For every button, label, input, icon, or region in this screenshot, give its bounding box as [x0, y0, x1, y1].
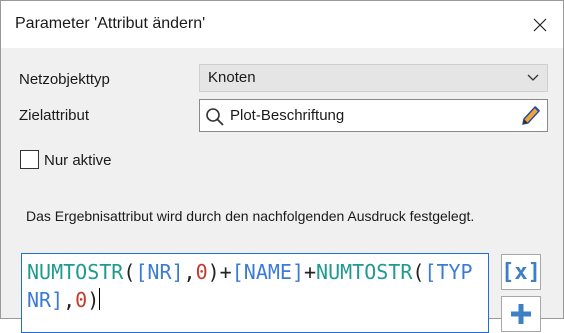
- insert-attribute-button[interactable]: [x]: [501, 254, 541, 290]
- expression-editor[interactable]: NUMTOSTR([NR],0)+[NAME]+NUMTOSTR([TYPNR]…: [21, 253, 489, 333]
- expression-token: [NR]: [135, 260, 184, 284]
- dialog-title: Parameter 'Attribut ändern': [15, 15, 206, 32]
- add-button[interactable]: [501, 296, 541, 332]
- chevron-down-icon: [527, 74, 539, 81]
- title-bar: Parameter 'Attribut ändern': [1, 1, 563, 48]
- expression-token: ,: [63, 288, 76, 312]
- expression-token: 0: [75, 288, 88, 312]
- expression-token: NUMTOSTR: [316, 260, 413, 284]
- expression-token: (: [123, 260, 136, 284]
- expression-token: (: [412, 260, 425, 284]
- nur-aktive-label: Nur aktive: [44, 152, 112, 169]
- expression-token: +: [303, 260, 317, 284]
- expression-description: Das Ergebnisattribut wird durch den nach…: [26, 208, 475, 224]
- close-button[interactable]: [517, 1, 563, 48]
- expression-token: ): [87, 288, 100, 312]
- expression-token: )+: [207, 260, 232, 284]
- search-icon: [206, 108, 224, 126]
- expression-token: NUMTOSTR: [27, 260, 124, 284]
- expression-token: ,: [183, 260, 196, 284]
- netzobjekttyp-label: Netzobjekttyp: [19, 71, 110, 88]
- pencil-icon[interactable]: [519, 104, 541, 128]
- text-caret: [99, 288, 101, 310]
- close-icon: [533, 18, 547, 31]
- nur-aktive-checkbox[interactable]: [20, 150, 39, 169]
- expression-token: 0: [195, 260, 208, 284]
- netzobjekttyp-value: Knoten: [208, 69, 256, 86]
- insert-attribute-icon: [x]: [501, 259, 541, 285]
- zielattribut-label: Zielattribut: [19, 107, 90, 124]
- netzobjekttyp-select[interactable]: Knoten: [199, 64, 548, 92]
- zielattribut-value: Plot-Beschriftung: [230, 107, 345, 124]
- dialog-window: Parameter 'Attribut ändern' Netzobjektty…: [0, 0, 564, 333]
- plus-icon: [511, 304, 531, 324]
- expression-token: [NAME]: [231, 260, 304, 284]
- zielattribut-field[interactable]: Plot-Beschriftung: [199, 99, 548, 132]
